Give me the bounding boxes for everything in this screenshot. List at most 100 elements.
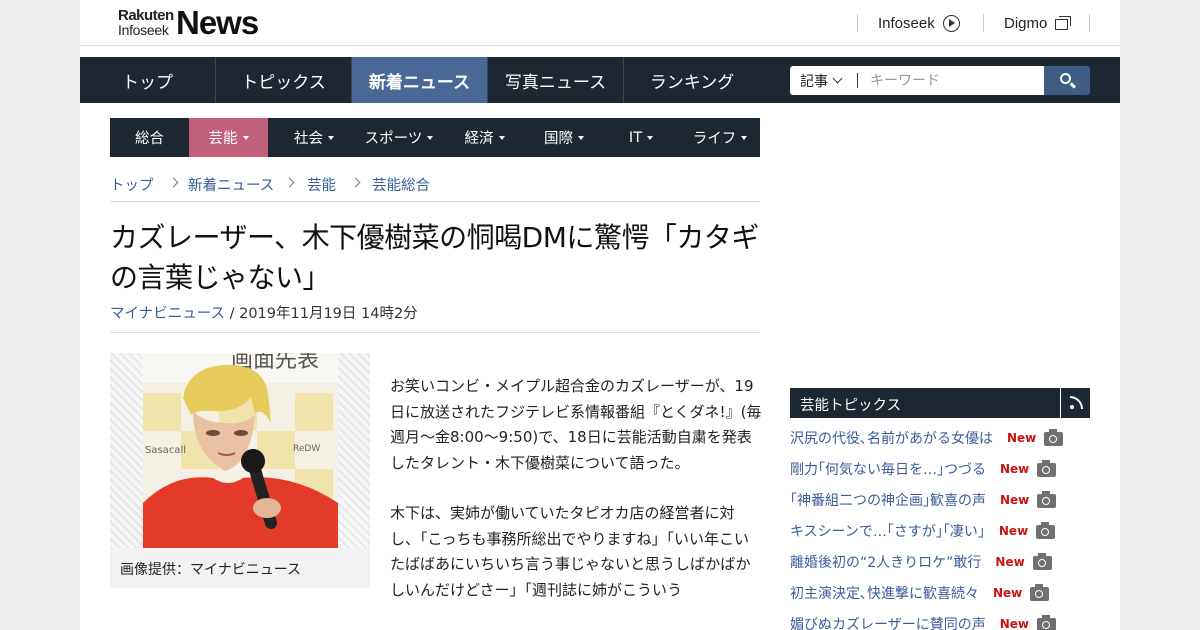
digmo-link-label: Digmo: [1004, 14, 1048, 32]
camera-icon: [1044, 428, 1064, 446]
category-label: 総合: [135, 131, 164, 147]
category-international[interactable]: 国際: [528, 118, 600, 157]
breadcrumb-latest-news[interactable]: 新着ニュース: [188, 174, 274, 195]
image-caption: 画像提供：マイナビニュース: [120, 562, 302, 578]
new-badge: New: [1007, 431, 1037, 445]
category-label: 国際: [544, 131, 573, 147]
category-nav: 総合 芸能 社会 スポーツ 経済 国際 IT ライフ: [110, 118, 760, 157]
article-image-box: 画面先表 Sasacall ReDW Sasaca 画像提供：マイナビニュース: [110, 353, 370, 588]
search-form: 記事: [790, 66, 1090, 95]
topic-item[interactable]: キスシーンで…｢さすが｣｢凄い｣ New: [790, 519, 1056, 543]
category-label: ライフ: [692, 131, 737, 147]
search-button[interactable]: [1044, 66, 1090, 95]
svg-text:ReDW: ReDW: [293, 444, 320, 454]
logo-news-text: News: [176, 4, 259, 41]
dropdown-arrow-icon: [647, 136, 654, 140]
topic-item[interactable]: 初主演決定､快進撃に歓喜続々 New: [790, 581, 1050, 605]
camera-icon: [1032, 552, 1052, 570]
topic-item[interactable]: 沢尻の代役､名前があがる女優は New: [790, 426, 1064, 450]
new-badge: New: [1000, 493, 1030, 507]
circle-arrow-icon: [942, 14, 960, 32]
infoseek-link[interactable]: Infoseek: [878, 14, 960, 32]
category-label: IT: [628, 129, 643, 146]
dropdown-arrow-icon: [242, 136, 249, 140]
topic-item[interactable]: 離婚後初の“2人きりロケ”敢行 New: [790, 550, 1052, 574]
dropdown-arrow-icon: [498, 136, 505, 140]
dropdown-arrow-icon: [328, 136, 334, 140]
search-input[interactable]: [858, 66, 1044, 95]
topic-link[interactable]: キスシーンで…｢さすが｣｢凄い｣: [790, 521, 985, 541]
search-scope-value: 記事: [800, 73, 828, 90]
infoseek-link-label: Infoseek: [878, 14, 935, 32]
topic-link[interactable]: 離婚後初の“2人きりロケ”敢行: [790, 552, 981, 572]
chevron-right-icon: [168, 177, 179, 188]
article-photo[interactable]: 画面先表 Sasacall ReDW Sasaca: [143, 353, 338, 548]
dropdown-arrow-icon: [427, 136, 434, 140]
new-badge: New: [1000, 462, 1030, 476]
topic-item[interactable]: 剛力｢何気ない毎日を…｣つづる New: [790, 457, 1057, 481]
topic-link[interactable]: 剛力｢何気ない毎日を…｣つづる: [790, 459, 986, 479]
window-icon: [1055, 16, 1072, 30]
article-paragraph: 木下は、実姉が働いていたタピオカ店の経営者に対し、「こっちも事務所総出でやります…: [390, 504, 751, 599]
camera-icon: [1036, 521, 1056, 539]
divider: [1089, 14, 1090, 32]
new-badge: New: [999, 617, 1030, 630]
divider: [857, 14, 858, 32]
category-entertainment[interactable]: 芸能: [189, 118, 268, 157]
dropdown-arrow-icon: [578, 136, 584, 140]
new-badge: New: [998, 524, 1029, 538]
topic-item[interactable]: 媚びぬカズレーザーに賛同の声 New: [790, 612, 1057, 630]
article-paragraph: お笑いコンビ・メイプル超合金のカズレーザーが、19日に放送されたフジテレビ系情報…: [390, 377, 762, 472]
topic-link[interactable]: 沢尻の代役､名前があがる女優は: [790, 428, 993, 448]
breadcrumb: トップ 新着ニュース 芸能 芸能総合: [110, 174, 760, 194]
digmo-link[interactable]: Digmo: [1004, 14, 1072, 32]
page: Rakuten Infoseek News Infoseek Digmo トップ…: [80, 0, 1120, 630]
category-general[interactable]: 総合: [110, 118, 189, 157]
nav-tab-photo-news[interactable]: 写真ニュース: [488, 57, 624, 103]
search-scope-select[interactable]: 記事: [790, 66, 858, 95]
divider: [110, 201, 760, 202]
rss-icon[interactable]: [1060, 388, 1090, 418]
category-label: スポーツ: [364, 131, 423, 147]
nav-tab-topics[interactable]: トピックス: [216, 57, 352, 103]
divider: [983, 14, 984, 32]
article-title: カズレーザー、木下優樹菜の恫喝DMに驚愕「カタギの言葉じゃない」: [110, 221, 759, 294]
topic-link[interactable]: 初主演決定､快進撃に歓喜続々: [790, 583, 979, 603]
breadcrumb-top[interactable]: トップ: [110, 174, 154, 195]
nav-tab-ranking[interactable]: ランキング: [624, 57, 760, 103]
category-economy[interactable]: 経済: [448, 118, 521, 157]
chevron-right-icon: [350, 177, 361, 188]
new-badge: New: [995, 555, 1025, 569]
article-date: / 2019年11月19日 14時2分: [224, 306, 418, 322]
dropdown-arrow-icon: [741, 136, 748, 140]
category-sports[interactable]: スポーツ: [360, 118, 438, 157]
nav-tab-latest-news[interactable]: 新着ニュース: [352, 57, 488, 103]
new-badge: New: [993, 586, 1023, 600]
chevron-right-icon: [284, 177, 295, 188]
category-life[interactable]: ライフ: [680, 118, 760, 157]
nav-tab-top[interactable]: トップ: [80, 57, 216, 103]
logo-infoseek-text: Infoseek: [118, 22, 169, 38]
breadcrumb-entertainment-general[interactable]: 芸能総合: [372, 174, 430, 195]
svg-text:Sasacall: Sasacall: [145, 445, 186, 456]
category-label: 社会: [294, 131, 323, 147]
category-label: 経済: [464, 131, 494, 147]
breadcrumb-entertainment[interactable]: 芸能: [307, 174, 336, 195]
sidebar-heading: 芸能トピックス: [800, 398, 902, 414]
main-nav: トップ トピックス 新着ニュース 写真ニュース ランキング 記事: [80, 57, 1120, 103]
camera-icon: [1030, 583, 1050, 601]
topic-link[interactable]: ｢神番組二つの神企画｣歓喜の声: [790, 490, 986, 510]
chevron-down-icon: [832, 73, 843, 84]
article-source-link[interactable]: マイナビニュース: [110, 306, 225, 322]
category-it[interactable]: IT: [602, 118, 680, 157]
article-meta: マイナビニュース / 2019年11月19日 14時2分: [110, 302, 418, 323]
article-body: お笑いコンビ・メイプル超合金のカズレーザーが、19日に放送されたフジテレビ系情報…: [390, 374, 762, 628]
search-icon: [1060, 73, 1071, 84]
camera-icon: [1037, 614, 1057, 630]
category-label: 芸能: [208, 131, 238, 147]
topic-link[interactable]: 媚びぬカズレーザーに賛同の声: [790, 614, 986, 630]
topic-item[interactable]: ｢神番組二つの神企画｣歓喜の声 New: [790, 488, 1057, 512]
category-society[interactable]: 社会: [268, 118, 360, 157]
top-bar: Rakuten Infoseek News Infoseek Digmo: [80, 0, 1120, 46]
sidebar-entertainment-topics-header: 芸能トピックス: [790, 388, 1090, 418]
